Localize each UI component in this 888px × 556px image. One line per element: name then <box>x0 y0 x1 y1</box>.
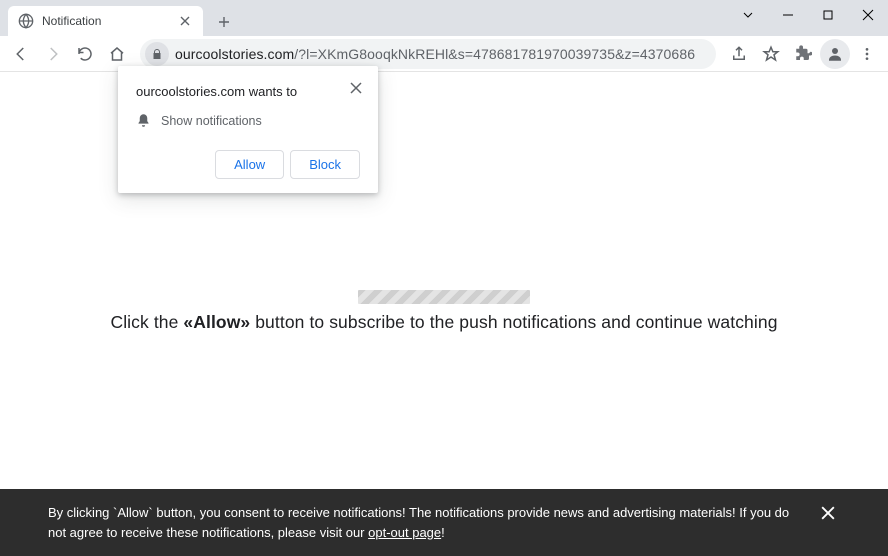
tab-title: Notification <box>42 14 177 28</box>
close-tab-button[interactable] <box>177 13 193 29</box>
extensions-button[interactable] <box>788 39 818 69</box>
loading-bar-icon <box>358 290 530 304</box>
page-center-message: Click the «Allow» button to subscribe to… <box>0 290 888 333</box>
url-path: /?l=XKmG8ooqkNkREHl&s=478681781970039735… <box>294 46 695 62</box>
allow-button[interactable]: Allow <box>215 150 284 179</box>
share-button[interactable] <box>724 39 754 69</box>
consent-close-button[interactable] <box>816 501 840 525</box>
reload-button[interactable] <box>70 39 100 69</box>
globe-icon <box>18 13 34 29</box>
page-viewport: ourcoolstories.com wants to Show notific… <box>0 72 888 556</box>
new-tab-button[interactable] <box>210 8 238 36</box>
url-text: ourcoolstories.com/?l=XKmG8ooqkNkREHl&s=… <box>175 46 711 62</box>
opt-out-link[interactable]: opt-out page <box>368 525 441 540</box>
window-custom-button[interactable] <box>728 0 768 30</box>
prompt-close-button[interactable] <box>346 78 366 98</box>
prompt-title: ourcoolstories.com wants to <box>136 82 346 99</box>
bell-icon <box>136 113 151 128</box>
address-bar[interactable]: ourcoolstories.com/?l=XKmG8ooqkNkREHl&s=… <box>140 39 716 69</box>
home-button[interactable] <box>102 39 132 69</box>
browser-tab[interactable]: Notification <box>8 6 203 36</box>
window-controls <box>728 0 888 36</box>
profile-button[interactable] <box>820 39 850 69</box>
instruction-text: Click the «Allow» button to subscribe to… <box>0 312 888 333</box>
window-titlebar: Notification <box>0 0 888 36</box>
prompt-permission-label: Show notifications <box>161 114 262 128</box>
block-button[interactable]: Block <box>290 150 360 179</box>
window-minimize-button[interactable] <box>768 0 808 30</box>
lock-icon <box>151 48 163 60</box>
consent-bar: By clicking `Allow` button, you consent … <box>0 489 888 556</box>
bookmark-button[interactable] <box>756 39 786 69</box>
site-info-button[interactable] <box>145 42 169 66</box>
url-host: ourcoolstories.com <box>175 46 294 62</box>
tab-strip: Notification <box>0 0 728 36</box>
menu-button[interactable] <box>852 39 882 69</box>
notification-permission-prompt: ourcoolstories.com wants to Show notific… <box>118 66 378 193</box>
consent-text: By clicking `Allow` button, you consent … <box>48 503 806 542</box>
back-button[interactable] <box>6 39 36 69</box>
window-close-button[interactable] <box>848 0 888 30</box>
window-maximize-button[interactable] <box>808 0 848 30</box>
forward-button[interactable] <box>38 39 68 69</box>
